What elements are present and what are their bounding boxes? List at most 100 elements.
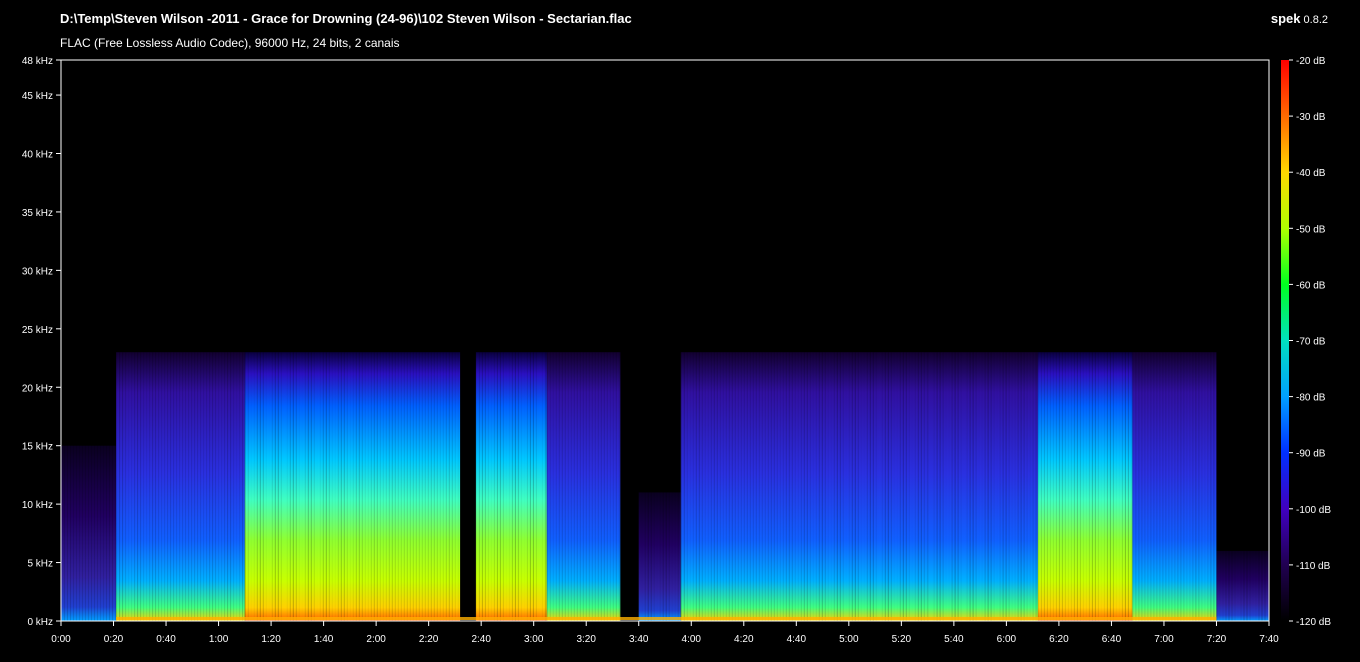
spectrum-texture bbox=[358, 352, 360, 621]
spectrum-texture bbox=[532, 352, 534, 621]
spectrum-texture bbox=[785, 352, 787, 621]
spectrum-texture bbox=[307, 352, 309, 621]
spectrum-texture bbox=[116, 352, 118, 621]
spectrum-texture bbox=[1017, 352, 1019, 621]
spectrum-texture bbox=[824, 352, 826, 621]
spectrum-texture bbox=[579, 352, 581, 621]
spectrum-texture bbox=[361, 352, 363, 621]
spectrum-texture bbox=[67, 445, 68, 621]
spectrum-texture bbox=[933, 352, 935, 621]
spectrum-segment bbox=[116, 352, 245, 621]
spectrum-texture bbox=[155, 352, 157, 621]
spectrum-texture bbox=[594, 352, 596, 621]
spectrum-texture bbox=[719, 352, 721, 621]
spectrum-texture bbox=[506, 352, 507, 621]
db-tick-label: -70 dB bbox=[1296, 337, 1326, 348]
spectrum-texture bbox=[146, 352, 148, 621]
spectrum-texture bbox=[917, 352, 919, 621]
spectrum-texture bbox=[1171, 352, 1173, 621]
spectrum-texture bbox=[244, 352, 246, 621]
spectrum-texture bbox=[1073, 352, 1075, 621]
spectrum-texture bbox=[914, 352, 916, 621]
spectrum-texture bbox=[1079, 352, 1081, 621]
spectrum-texture bbox=[1002, 352, 1004, 621]
spectrum-texture bbox=[615, 352, 617, 621]
spectrum-texture bbox=[436, 352, 438, 621]
spectrum-texture bbox=[421, 352, 423, 621]
spectrum-texture bbox=[94, 445, 95, 621]
spectrum-texture bbox=[731, 352, 733, 621]
spectrum-texture bbox=[544, 352, 546, 621]
spectrum-texture bbox=[73, 445, 74, 621]
spectrum-texture bbox=[1130, 352, 1132, 621]
spectrum-texture bbox=[1064, 352, 1066, 621]
spectrum-texture bbox=[451, 352, 453, 621]
spectrum-texture bbox=[960, 352, 962, 621]
spectrum-texture bbox=[683, 352, 685, 621]
spectrum-texture bbox=[695, 352, 697, 621]
spectrum-texture bbox=[603, 352, 605, 621]
spectrum-texture bbox=[1174, 352, 1176, 621]
spectrum-texture bbox=[424, 352, 426, 621]
spectrum-texture bbox=[1195, 352, 1197, 621]
spectrum-texture bbox=[979, 352, 980, 621]
spectrum-texture bbox=[558, 352, 560, 621]
spectrum-texture bbox=[1261, 550, 1263, 621]
spectrum-texture bbox=[481, 352, 483, 621]
frequency-tick-label: 40 kHz bbox=[22, 150, 53, 161]
spectrum-texture bbox=[64, 445, 65, 621]
spectrum-texture bbox=[143, 352, 145, 621]
spectrum-texture bbox=[88, 445, 89, 621]
frequency-tick-label: 15 kHz bbox=[22, 442, 53, 453]
frequency-tick-label: 20 kHz bbox=[22, 383, 53, 394]
spectrum-texture bbox=[526, 352, 528, 621]
spectrum-texture bbox=[502, 352, 504, 621]
spectrum-texture bbox=[1121, 352, 1123, 621]
spectrum-texture bbox=[388, 352, 390, 621]
db-tick-label: -50 dB bbox=[1296, 224, 1326, 235]
spectrum-texture bbox=[295, 352, 297, 621]
spectrum-texture bbox=[182, 352, 184, 621]
spectrum-texture bbox=[864, 352, 865, 621]
spectrum-texture bbox=[887, 352, 889, 621]
spectrum-texture bbox=[743, 352, 745, 621]
spectrum-texture bbox=[803, 352, 805, 621]
spectrum-texture bbox=[1168, 352, 1170, 621]
spectrum-texture bbox=[815, 352, 817, 621]
spectrum-texture bbox=[1234, 550, 1236, 621]
time-tick-label: 2:40 bbox=[471, 634, 491, 645]
spectrum-segment bbox=[1037, 352, 1133, 621]
spectrum-texture bbox=[524, 352, 525, 621]
time-tick-label: 5:20 bbox=[892, 634, 912, 645]
spectrum-texture bbox=[343, 352, 345, 621]
spectrum-texture bbox=[846, 352, 847, 621]
spectrum-texture bbox=[167, 352, 169, 621]
spectrum-texture bbox=[848, 352, 850, 621]
spectrum-texture bbox=[1222, 550, 1224, 621]
spectrum-texture bbox=[134, 352, 136, 621]
spectrum-texture bbox=[833, 352, 835, 621]
time-tick-label: 6:20 bbox=[1049, 634, 1069, 645]
spectrum-texture bbox=[999, 352, 1001, 621]
spectrum-texture bbox=[1264, 550, 1266, 621]
spectrum-texture bbox=[1189, 352, 1191, 621]
spectrum-texture bbox=[839, 352, 841, 621]
spectrum-texture bbox=[1052, 352, 1054, 621]
spectrum-texture bbox=[1005, 352, 1007, 621]
spectrum-texture bbox=[890, 352, 892, 621]
spectrum-texture bbox=[355, 352, 357, 621]
spectrum-texture bbox=[1246, 550, 1248, 621]
spectrum-texture bbox=[1177, 352, 1179, 621]
spectrum-texture bbox=[1082, 352, 1084, 621]
spectrum-texture bbox=[415, 352, 417, 621]
spectrum-texture bbox=[800, 352, 802, 621]
spectrum-texture bbox=[484, 352, 486, 621]
spectrum-texture bbox=[1106, 352, 1108, 621]
spectrum-texture bbox=[251, 352, 252, 621]
spectrum-texture bbox=[137, 352, 139, 621]
spectrum-texture bbox=[508, 352, 510, 621]
spectrum-texture bbox=[1162, 352, 1164, 621]
spectrum-texture bbox=[491, 352, 492, 621]
spectrum-texture bbox=[894, 352, 895, 621]
time-tick-label: 0:40 bbox=[156, 634, 176, 645]
